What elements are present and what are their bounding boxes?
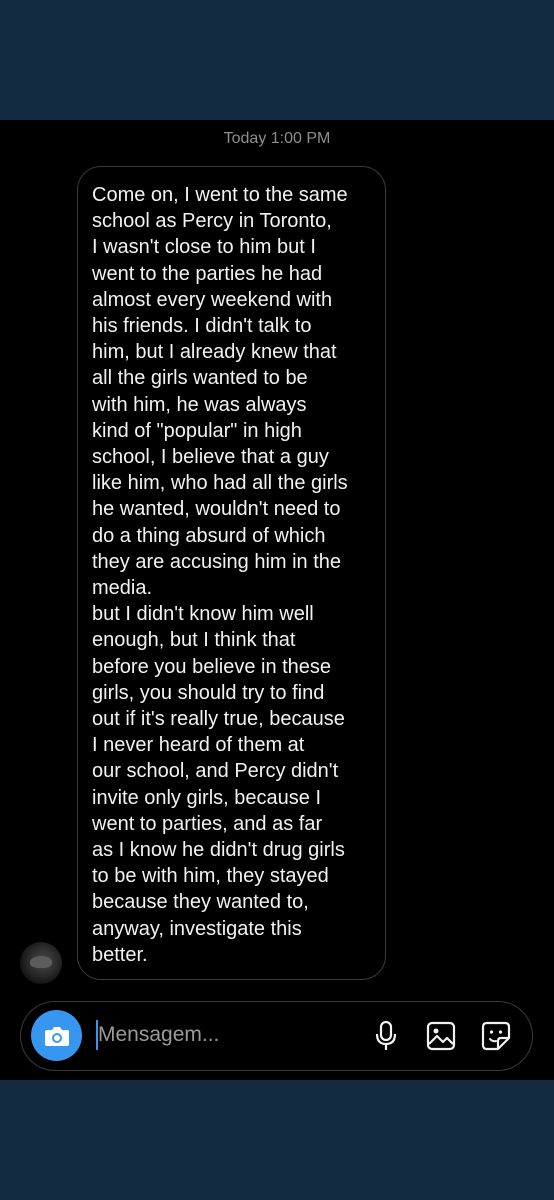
sender-avatar[interactable] <box>20 942 62 984</box>
sticker-icon <box>481 1021 511 1051</box>
message-input[interactable] <box>95 1020 348 1050</box>
bottom-backdrop <box>0 1080 554 1200</box>
camera-icon <box>44 1026 69 1046</box>
chat-thread[interactable]: Today 1:00 PM Come on, I went to the sam… <box>0 120 554 1080</box>
message-timestamp: Today 1:00 PM <box>223 130 331 147</box>
gallery-icon <box>426 1021 456 1051</box>
message-text: Come on, I went to the same school as Pe… <box>92 184 348 966</box>
gallery-button[interactable] <box>424 1019 458 1053</box>
top-backdrop <box>0 0 554 120</box>
text-caret <box>96 1020 98 1050</box>
microphone-icon <box>375 1020 397 1050</box>
camera-button[interactable] <box>31 1010 82 1061</box>
message-composer <box>20 1001 533 1071</box>
message-bubble[interactable]: Come on, I went to the same school as Pe… <box>77 166 386 980</box>
voice-message-button[interactable] <box>369 1019 403 1053</box>
sticker-button[interactable] <box>479 1019 513 1053</box>
